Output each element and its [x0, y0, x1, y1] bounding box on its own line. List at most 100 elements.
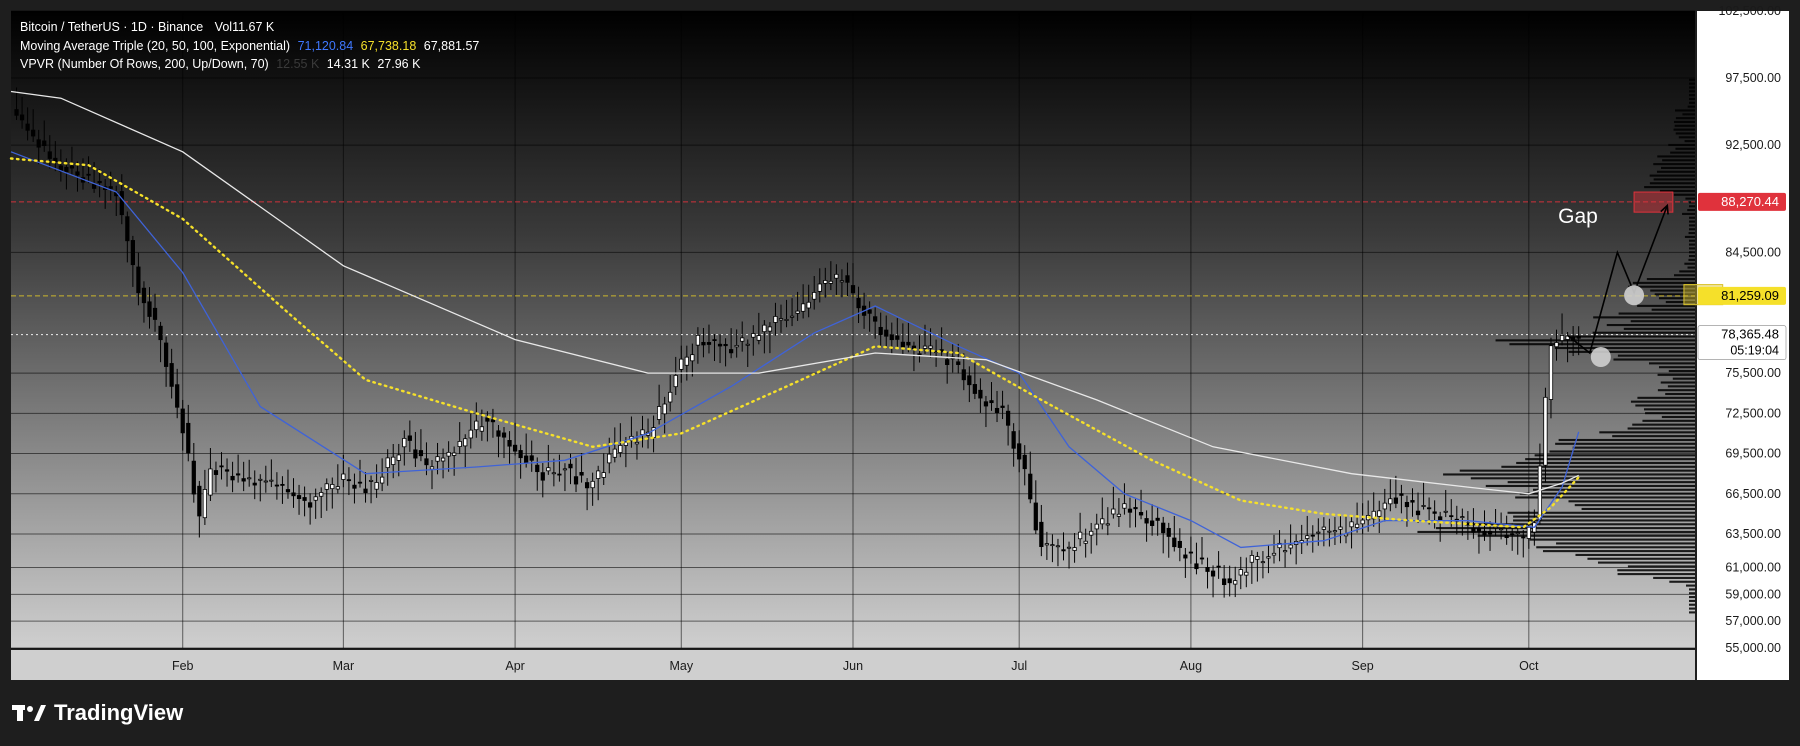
candle-body [601, 472, 606, 478]
candle-body [1388, 498, 1393, 505]
candle-body [474, 420, 479, 431]
vpvr-indicator-name: VPVR (Number Of Rows, 200, Up/Down, 70) [20, 57, 269, 71]
volume-profile-bar [1658, 366, 1695, 369]
volume-profile-bar [1599, 431, 1695, 434]
candle-body [1133, 507, 1138, 510]
candle-body [291, 492, 296, 497]
candle-body [485, 417, 490, 422]
volume-profile-bar [1536, 546, 1695, 549]
candle-body [302, 497, 307, 501]
candle-body [1548, 345, 1554, 400]
volume-profile-bar [1687, 105, 1695, 108]
candle-body [1210, 570, 1216, 577]
candle-body [407, 435, 412, 441]
candle-body [994, 407, 1000, 414]
candle-body [878, 326, 883, 336]
y-tick-label: 57,000.00 [1725, 614, 1781, 628]
candle-body [463, 438, 468, 447]
candle-body [1487, 530, 1493, 535]
candle-body [1432, 511, 1437, 514]
volume-profile-bar [1554, 346, 1695, 350]
candle-body [374, 482, 379, 490]
volume-profile-bar [1612, 435, 1695, 438]
volume-profile-bar [1555, 442, 1695, 445]
candle-body [352, 484, 357, 489]
volume-profile-bar [1581, 507, 1695, 511]
candle-body [928, 345, 933, 349]
candle-body [175, 384, 180, 408]
candle-body [662, 403, 667, 415]
volume-profile-bar [1649, 174, 1695, 177]
candle-body [1044, 543, 1049, 546]
volume-profile-bar [1689, 205, 1695, 208]
chart-area[interactable]: 102,500.00 97,500.00 92,500.00 84,500.00 75,… [0, 0, 1800, 746]
volume-profile-bar [1673, 120, 1695, 124]
volume-profile-bar [1618, 312, 1695, 315]
candle-body [745, 343, 750, 346]
candle-body [1377, 510, 1382, 517]
y-tick-label: 55,000.00 [1725, 641, 1781, 655]
candle-body [812, 292, 817, 300]
candle-body [1510, 533, 1515, 536]
price-chart[interactable]: 102,500.00 97,500.00 92,500.00 84,500.00 75,… [0, 0, 1800, 746]
volume-profile-bar [1507, 481, 1695, 484]
tradingview-brand[interactable]: TradingView [12, 700, 183, 726]
symbol-row[interactable]: Bitcoin / TetherUS · 1D · Binance Vol11.… [20, 18, 479, 37]
volume-profile-bar [1592, 331, 1695, 334]
vpvr-value-3: 27.96 K [377, 57, 421, 71]
volume-profile-bar [1495, 339, 1695, 342]
volume-profile-bar [1673, 193, 1695, 196]
ma-row[interactable]: Moving Average Triple (20, 50, 100, Expo… [20, 37, 479, 56]
candle-body [1382, 502, 1387, 510]
volume-profile-bar [1689, 239, 1695, 242]
candle-body [917, 353, 922, 356]
volume-profile-bar [1675, 147, 1695, 150]
candle-body [756, 335, 761, 341]
candle-body [568, 463, 573, 469]
candle-body [468, 429, 473, 439]
candle-body [380, 476, 385, 484]
vpvr-row[interactable]: VPVR (Number Of Rows, 200, Up/Down, 70) … [20, 55, 479, 74]
volume-profile-bar [1674, 274, 1695, 277]
volume-profile-bar [1642, 419, 1695, 422]
candle-body [1554, 342, 1559, 348]
volume-profile-bar [1689, 251, 1695, 254]
candle-body [435, 456, 440, 462]
candle-body [1150, 520, 1155, 526]
candle-body [158, 325, 163, 341]
candle-body [230, 475, 235, 481]
candle-body [623, 441, 628, 446]
candle-body [900, 341, 905, 348]
candle-body [1321, 526, 1326, 530]
candle-body [368, 479, 374, 482]
candle-body [612, 448, 617, 458]
y-tick-label: 75,500.00 [1725, 366, 1781, 380]
candle-body [1249, 555, 1254, 563]
candle-body [1332, 530, 1338, 533]
candle-body [734, 345, 739, 348]
candle-body [1543, 396, 1548, 466]
volume-profile-bar [1667, 385, 1695, 388]
candle-body [152, 307, 158, 320]
volume-profile-bar [1682, 212, 1695, 215]
candle-body [1122, 503, 1127, 509]
volume-profile-bar [1558, 438, 1695, 442]
candle-body [490, 419, 496, 423]
candle-body [147, 301, 152, 317]
candle-body [529, 455, 534, 461]
volume-profile-bar [1670, 151, 1695, 154]
brand-name: TradingView [54, 700, 184, 725]
candle-body [668, 391, 673, 403]
candle-body [806, 301, 811, 309]
candle-body [1310, 534, 1315, 537]
candle-body [817, 283, 822, 292]
candle-body [1183, 554, 1188, 559]
candle-body [690, 354, 695, 362]
candle-body [540, 472, 545, 481]
candle-body [429, 466, 435, 470]
volume-profile-bar [1689, 224, 1695, 227]
candle-body [247, 477, 252, 480]
candle-body [1161, 522, 1166, 534]
volume-profile-bar [1674, 124, 1695, 127]
candle-body [1022, 454, 1027, 470]
